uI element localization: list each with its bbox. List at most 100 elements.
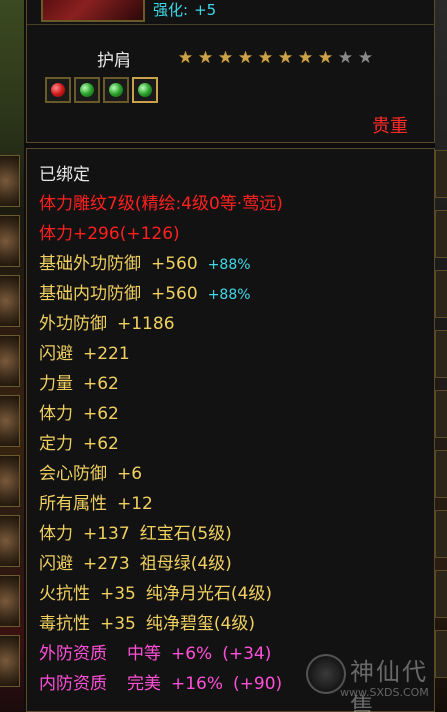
side-slot[interactable] xyxy=(435,450,447,498)
stat-label: 闪避 xyxy=(39,344,73,364)
stat-label: 会心防御 xyxy=(39,464,107,484)
stat-label: 体力 xyxy=(39,404,73,424)
star-empty-icon: ★ xyxy=(337,48,354,68)
side-slot[interactable] xyxy=(435,270,447,318)
enhance-level: 强化: +5 xyxy=(153,0,222,20)
enhance-label: 强化: xyxy=(153,1,189,19)
quality-label: 内防资质 xyxy=(39,674,107,694)
skill-slot[interactable] xyxy=(0,215,20,267)
stat-line: 外功防御 +1186 xyxy=(39,312,175,336)
stat-line: 力量 +62 xyxy=(39,372,119,396)
gem-name: 祖母绿 xyxy=(139,554,191,574)
item-icon xyxy=(41,0,145,22)
stat-label: 力量 xyxy=(39,374,73,394)
watermark-name: 神仙代售 xyxy=(350,658,428,712)
emerald-gem-icon xyxy=(132,77,158,103)
stat-value: +273 xyxy=(83,554,130,574)
gem-stat-line: 闪避 +273 祖母绿(4级) xyxy=(39,552,232,576)
stat-label: 基础外功防御 xyxy=(39,254,141,274)
item-slot-name: 护肩 xyxy=(97,51,131,71)
stat-value: +62 xyxy=(83,374,119,394)
skill-slot[interactable] xyxy=(0,395,20,447)
base-external-defense-line: 基础外功防御 +560 +88% xyxy=(39,252,251,276)
stat-value: +1186 xyxy=(117,314,175,334)
base-internal-defense-line: 基础内功防御 +560 +88% xyxy=(39,282,251,306)
stat-value: +6 xyxy=(117,464,143,484)
quality-label: 外防资质 xyxy=(39,644,107,664)
gem-level: (4级) xyxy=(190,554,232,574)
watermark: 神仙代售 www.SXDS.COM xyxy=(306,652,436,712)
side-slot[interactable] xyxy=(435,330,447,378)
stat-line: 会心防御 +6 xyxy=(39,462,142,486)
divider xyxy=(27,24,434,25)
gem-name: 纯净碧玺 xyxy=(145,614,214,634)
carving-line: 体力雕纹7级(精绘:4级0等·莺远) xyxy=(39,194,283,214)
background-scene-right xyxy=(435,0,447,712)
star-filled-icon: ★ xyxy=(277,48,294,68)
star-filled-icon: ★ xyxy=(317,48,334,68)
stat-label: 所有属性 xyxy=(39,494,107,514)
star-empty-icon: ★ xyxy=(357,48,374,68)
side-slot[interactable] xyxy=(435,570,447,618)
star-rating: ★ ★ ★ ★ ★ ★ ★ ★ ★ ★ xyxy=(177,50,374,67)
stat-value: +560 xyxy=(151,284,198,304)
gem-level: (5级) xyxy=(190,524,232,544)
stat-line: 闪避 +221 xyxy=(39,342,130,366)
stat-percent: +88% xyxy=(207,287,251,303)
stat-label: 定力 xyxy=(39,434,73,454)
side-slot[interactable] xyxy=(435,150,447,198)
stamina-main-line: 体力+296(+126) xyxy=(39,224,180,244)
external-quality-line: 外防资质 中等 +6% (+34) xyxy=(39,642,271,666)
stat-value: +560 xyxy=(151,254,198,274)
skill-slot[interactable] xyxy=(0,575,20,627)
stat-value: +62 xyxy=(83,404,119,424)
gem-stat-line: 体力 +137 红宝石(5级) xyxy=(39,522,232,546)
gem-name: 纯净月光石 xyxy=(145,584,231,604)
background-scene-left xyxy=(0,0,24,712)
side-slot[interactable] xyxy=(435,390,447,438)
skill-slot[interactable] xyxy=(0,455,20,507)
ruby-gem-icon xyxy=(45,77,71,103)
skill-slot[interactable] xyxy=(0,635,20,687)
internal-quality-line: 内防资质 完美 +16% (+90) xyxy=(39,672,282,696)
gem-level: (4级) xyxy=(213,614,255,634)
stat-value: +12 xyxy=(117,494,153,514)
bound-status: 已绑定 xyxy=(39,165,90,185)
side-slot[interactable] xyxy=(435,510,447,558)
enhance-value: +5 xyxy=(194,1,217,19)
item-stats-panel: 已绑定 体力雕纹7级(精绘:4级0等·莺远) 体力+296(+126) 基础外功… xyxy=(26,148,435,712)
emerald-gem-icon xyxy=(74,77,100,103)
item-tooltip-screen: 强化: +5 护肩 ★ ★ ★ ★ ★ ★ ★ ★ ★ ★ 贵重 已绑定 体力雕纹7级(精绘:4级0… xyxy=(0,0,447,712)
star-filled-icon: ★ xyxy=(197,48,214,68)
stat-percent: +88% xyxy=(207,257,251,273)
side-slot[interactable] xyxy=(435,210,447,258)
gem-stat-line: 毒抗性 +35 纯净碧玺(4级) xyxy=(39,612,255,636)
quality-bonus: (+34) xyxy=(222,644,272,664)
star-filled-icon: ★ xyxy=(237,48,254,68)
quality-percent: +16% xyxy=(171,674,224,694)
stat-label: 火抗性 xyxy=(39,584,90,604)
stat-label: 基础内功防御 xyxy=(39,284,141,304)
quality-bonus: (+90) xyxy=(233,674,283,694)
stat-value: +35 xyxy=(100,584,136,604)
gem-stat-line: 火抗性 +35 纯净月光石(4级) xyxy=(39,582,272,606)
skill-slot[interactable] xyxy=(0,155,20,207)
stat-line: 体力 +62 xyxy=(39,402,119,426)
gem-sockets xyxy=(45,77,158,103)
skill-slot[interactable] xyxy=(0,515,20,567)
stat-line: 定力 +62 xyxy=(39,432,119,456)
star-filled-icon: ★ xyxy=(217,48,234,68)
skill-slot[interactable] xyxy=(0,335,20,387)
skill-slot[interactable] xyxy=(0,275,20,327)
item-header-panel: 强化: +5 护肩 ★ ★ ★ ★ ★ ★ ★ ★ ★ ★ 贵重 xyxy=(26,0,435,143)
stat-label: 体力 xyxy=(39,524,73,544)
quality-grade: 完美 xyxy=(127,674,161,694)
stat-line: 所有属性 +12 xyxy=(39,492,153,516)
emerald-gem-icon xyxy=(103,77,129,103)
stat-value: +137 xyxy=(83,524,130,544)
stat-value: +221 xyxy=(83,344,130,364)
side-slot[interactable] xyxy=(435,630,447,678)
stat-value: +35 xyxy=(100,614,136,634)
watermark-url: www.SXDS.COM xyxy=(340,686,429,699)
stat-label: 外功防御 xyxy=(39,314,107,334)
